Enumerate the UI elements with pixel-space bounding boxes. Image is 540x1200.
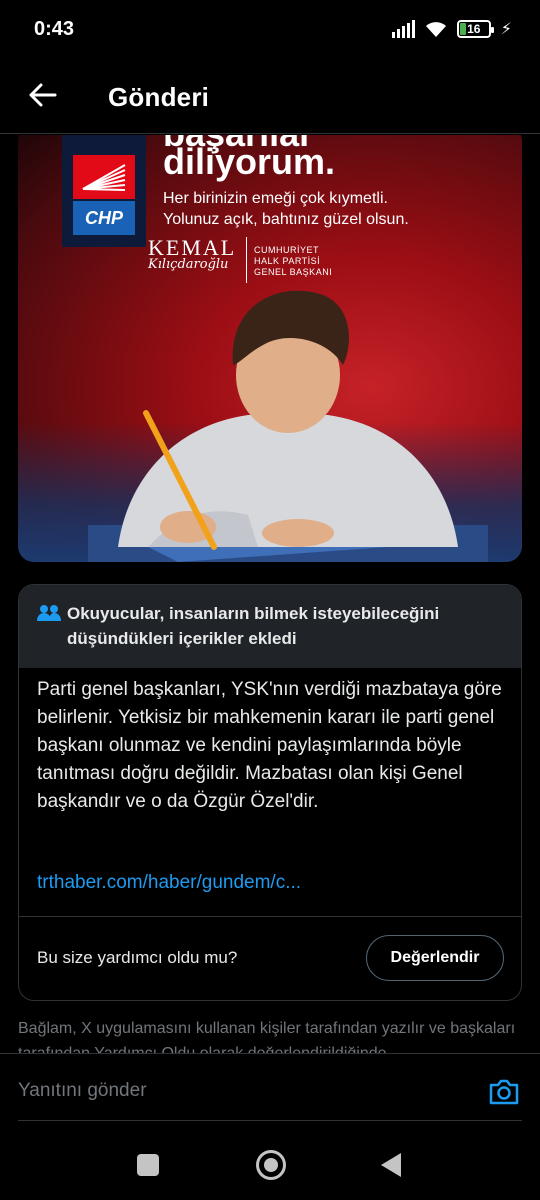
battery-icon: 16 [456, 20, 494, 38]
signal-icon [391, 20, 415, 38]
chp-logo: CHP [62, 135, 146, 247]
page-title: Gönderi [108, 82, 210, 112]
reply-input[interactable]: Yanıtını gönder [18, 1080, 147, 1102]
rate-button[interactable]: Değerlendir [366, 935, 504, 981]
charging-icon: ⚡ [500, 21, 512, 38]
role-line-3: GENEL BAŞKANI [254, 267, 333, 277]
chp-logo-flag [73, 155, 135, 199]
poster-subtitle-line2: Yolunuz açık, bahtınız güzel olsun. [163, 211, 409, 228]
community-note-title: Okuyucular, insanların bilmek isteyebile… [67, 604, 440, 648]
community-note-link[interactable]: trthaber.com/haber/gundem/c... [37, 872, 301, 894]
role-line-2: HALK PARTİSİ [254, 256, 321, 266]
back-icon[interactable] [381, 1153, 401, 1177]
poster-subtitle-line1: Her birinizin emeği çok kıymetli. [163, 190, 388, 207]
poster-headline: diliyorum. [163, 141, 336, 182]
navigation-bar [0, 1121, 540, 1200]
post-image[interactable]: CHP başarılar diliyorum. Her birinizin e… [18, 135, 522, 562]
role-line-1: CUMHURİYET [254, 245, 319, 255]
poster-subtitle: Her birinizin emeği çok kıymetli. Yolunu… [163, 188, 503, 230]
people-icon [37, 605, 61, 621]
student-illustration [88, 290, 488, 562]
community-note-header: Okuyucular, insanların bilmek isteyebile… [19, 585, 521, 668]
six-arrows-icon [82, 164, 126, 191]
divider [19, 916, 521, 917]
community-note: Okuyucular, insanların bilmek isteyebile… [18, 584, 522, 1001]
camera-icon[interactable] [488, 1078, 520, 1106]
top-bar: Gönderi [0, 60, 540, 134]
community-note-body: Parti genel başkanları, YSK'nın verdiği … [37, 679, 502, 812]
back-button[interactable] [26, 78, 60, 112]
chp-logo-text: CHP [73, 201, 135, 235]
post-content[interactable]: CHP başarılar diliyorum. Her birinizin e… [0, 135, 540, 1053]
signature-divider [246, 237, 247, 283]
signature: KEMAL Kılıçdaroğlu [148, 235, 244, 272]
helpful-question: Bu size yardımcı oldu mu? [37, 948, 238, 967]
home-icon[interactable] [256, 1150, 286, 1180]
recents-icon[interactable] [137, 1154, 159, 1176]
notes-footer-text: Bağlam, X uygulamasını kullanan kişiler … [18, 1020, 516, 1053]
reply-bar: Yanıtını gönder [0, 1053, 540, 1121]
battery-level: 16 [467, 22, 481, 36]
status-icons: 16 ⚡ [391, 18, 512, 40]
status-bar: 0:43 16 ⚡ [0, 0, 540, 60]
signature-role: CUMHURİYET HALK PARTİSİ GENEL BAŞKANI [254, 245, 332, 278]
wifi-icon [425, 22, 446, 37]
status-time: 0:43 [34, 18, 75, 40]
arrow-left-icon [29, 83, 57, 107]
